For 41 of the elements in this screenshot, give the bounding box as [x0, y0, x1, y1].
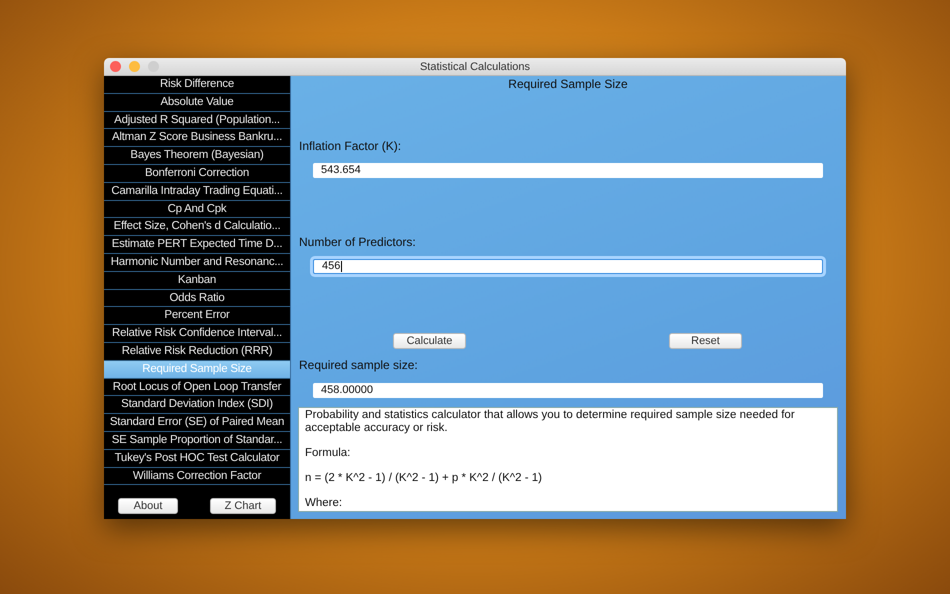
input-field[interactable]: 456 [313, 259, 823, 274]
description-text: Where: [305, 497, 344, 510]
minimize-button[interactable] [129, 61, 140, 72]
zoom-button[interactable] [148, 61, 159, 72]
sidebar-item[interactable]: Bayes Theorem (Bayesian) [104, 147, 290, 165]
sidebar-item[interactable]: Risk Difference [104, 76, 290, 94]
field-label: Inflation Factor (K): [299, 139, 402, 153]
sidebar-item[interactable]: Williams Correction Factor [104, 468, 290, 486]
sidebar-item[interactable]: Cp And Cpk [104, 200, 290, 218]
sidebar-button[interactable]: About [118, 498, 178, 514]
sidebar-item[interactable]: Bonferroni Correction [104, 164, 290, 183]
sidebar-item[interactable]: Relative Risk Confidence Interval... [104, 325, 290, 343]
sidebar-item[interactable]: Effect Size, Cohen's d Calculatio... [104, 218, 290, 236]
sidebar-button[interactable]: Z Chart [210, 498, 276, 514]
panel-title: Required Sample Size [507, 77, 629, 93]
field-label: Number of Predictors: [299, 235, 417, 249]
sidebar-item[interactable]: Harmonic Number and Resonanc... [104, 254, 290, 272]
description-text: n = (2 * K^2 - 1) / (K^2 - 1) + p * K^2 / (K^2 - 1) [305, 472, 543, 485]
sidebar-item[interactable]: Standard Deviation Index (SDI) [104, 396, 290, 414]
text-cursor [341, 261, 342, 272]
sidebar-item[interactable]: Estimate PERT Expected Time D... [104, 236, 290, 254]
sidebar-item[interactable]: SE Sample Proportion of Standar... [104, 432, 290, 450]
action-button[interactable]: Calculate [393, 333, 466, 349]
sidebar-item[interactable]: Percent Error [104, 307, 290, 326]
sidebar-item[interactable]: Altman Z Score Business Bankru... [104, 129, 290, 148]
close-button[interactable] [110, 61, 121, 72]
description-text: Formula: [305, 447, 352, 460]
sidebar-item[interactable]: Adjusted R Squared (Population... [104, 112, 290, 130]
sidebar-item[interactable]: Tukey's Post HOC Test Calculator [104, 450, 290, 468]
field-label: Required sample size: [299, 358, 419, 372]
sidebar-item[interactable]: Root Locus of Open Loop Transfer [104, 378, 290, 396]
action-button[interactable]: Reset [669, 333, 742, 349]
result-field[interactable]: 458.00000 [313, 383, 823, 398]
sidebar-item[interactable]: Absolute Value [104, 94, 290, 112]
sidebar-item[interactable]: Kanban [104, 272, 290, 290]
description-text: Probability and statistics calculator that allows you to determine required sample size needed for acceptable accuracy or risk. [305, 409, 796, 435]
sidebar-item[interactable]: Camarilla Intraday Trading Equati... [104, 182, 290, 201]
input-field[interactable]: 543.654 [313, 163, 823, 178]
sidebar-item[interactable]: Standard Error (SE) of Paired Mean [104, 414, 290, 432]
window-title: Statistical Calculations [420, 60, 530, 72]
sidebar-item[interactable]: Odds Ratio [104, 290, 290, 308]
